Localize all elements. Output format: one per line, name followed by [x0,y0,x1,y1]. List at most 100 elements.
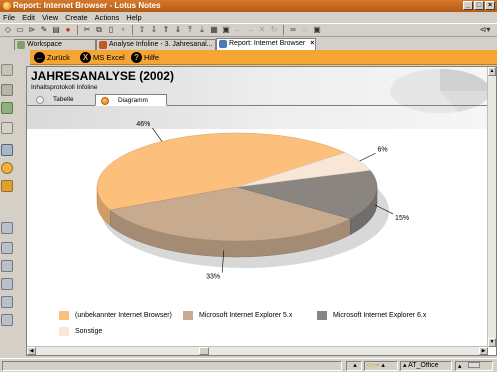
mail-icon: ▭⊸ [367,362,380,369]
tab-diagramm[interactable]: Diagramm [95,94,167,106]
bookmark-mail-icon[interactable] [1,84,13,96]
nav-prev-icon[interactable]: ⇑ [161,25,171,35]
color-icon[interactable]: ● [63,25,73,35]
bookmark-folder-3-icon[interactable] [1,260,13,272]
close-tab-icon[interactable]: × [310,40,314,47]
lotus-notes-icon [3,2,11,10]
bookmark-calendar-icon[interactable] [1,102,13,114]
view-icon[interactable]: ▦ [209,25,219,35]
edit-icon[interactable]: ✎ [39,25,49,35]
window-title-bar[interactable]: Report: Internet Browser - Lotus Notes _… [0,0,497,12]
bookmark-todo-icon[interactable] [1,144,13,156]
menu-view[interactable]: View [42,12,58,23]
data-label-leader [359,153,376,162]
nav-up-icon[interactable]: ⇧ [137,25,147,35]
data-label: 15% [395,215,409,222]
data-label: 33% [206,274,220,281]
replication-indicator[interactable]: ▴ [455,361,493,371]
tab-label: Tabelle [53,96,74,103]
bookmark-folder-1-icon[interactable] [1,222,13,234]
nav-down-icon[interactable]: ⇩ [149,25,159,35]
nav-first-icon[interactable]: ⤒ [185,25,195,35]
back-action-button[interactable]: ← Zurück [34,52,70,63]
legend-label: (unbekannter Internet Browser) [75,312,172,319]
bookmark-web-icon[interactable] [1,180,13,192]
action-bar: ← Zurück X MS Excel ? Hilfe [30,50,497,65]
minimize-button[interactable]: _ [463,1,473,10]
refresh-icon[interactable]: ▣ [221,25,231,35]
attach-icon[interactable]: ▫ [118,25,128,35]
paste-icon[interactable]: ▯ [106,25,116,35]
binoculars-icon[interactable]: ∞ [288,25,298,35]
legend-label: Microsoft Internet Explorer 6.x [333,312,427,319]
menu-help[interactable]: Help [126,12,141,23]
legend-item: Microsoft Internet Explorer 6.x [317,311,426,320]
window-controls: _ □ × [463,1,495,10]
help-action-button[interactable]: ? Hilfe [131,52,159,63]
legend-swatch [183,311,193,320]
stop-icon[interactable]: ✕ [257,25,267,35]
nav-last-icon[interactable]: ⤓ [197,25,207,35]
action-label: MS Excel [93,53,125,62]
scroll-up-button[interactable]: ▲ [488,67,496,76]
tab-workspace[interactable]: Workspace [14,39,96,50]
menu-create[interactable]: Create [65,12,88,23]
workspace-icon [17,41,25,49]
menu-file[interactable]: File [3,12,15,23]
chart-legend: (unbekannter Internet Browser) Microsoft… [59,307,479,347]
tab-report-internet-browser[interactable]: Report: Internet Browser × [216,38,316,50]
reload-icon[interactable]: ↻ [269,25,279,35]
tab-analyse-infoline[interactable]: Analyse Infoline - 3. Jahresanal... × [96,39,216,50]
copy-icon[interactable]: ⧉ [94,25,104,35]
excel-icon: X [80,52,91,63]
bookmark-bar [0,50,14,358]
page-subtitle: Inhaltsprotokoll Infoline [31,84,98,91]
scroll-right-button[interactable]: ▶ [479,347,488,355]
status-signal-indicator[interactable]: ▴ [346,361,362,371]
back-icon[interactable]: ← [233,25,243,35]
new-doc-icon[interactable]: ▭ [15,25,25,35]
legend-swatch [317,311,327,320]
bookmark-folder-5-icon[interactable] [1,296,13,308]
horizontal-scrollbar[interactable]: ◀ ▶ [27,346,488,355]
bookmark-favorites-icon[interactable] [1,64,13,76]
mail-indicator[interactable]: ▭⊸ ▴ [364,361,398,371]
legend-item: Sonstige [59,327,102,336]
menu-edit[interactable]: Edit [22,12,35,23]
bookmark-folder-2-icon[interactable] [1,242,13,254]
data-label: 46% [136,121,150,128]
nav-arrows-icon[interactable]: ⊲▾ [477,25,493,35]
report-icon [219,40,227,48]
toolbar-separator [283,25,284,35]
scroll-down-button[interactable]: ▼ [488,338,496,347]
scroll-thumb[interactable] [199,347,209,355]
print-icon[interactable]: ▤ [51,25,61,35]
open-icon[interactable]: ⊳ [27,25,37,35]
vertical-scrollbar[interactable]: ▲ ▼ [487,67,496,347]
close-button[interactable]: × [485,1,495,10]
bookmark-address-icon[interactable] [1,122,13,134]
search-doc-icon[interactable]: ◇ [3,25,13,35]
legend-item: Microsoft Internet Explorer 5.x [183,311,292,320]
toolbar-separator [77,25,78,35]
search-icon[interactable]: ○ [300,25,310,35]
location-selector[interactable]: ▴ AT_Office [400,361,452,371]
menu-bar: File Edit View Create Actions Help [0,12,497,23]
scroll-left-button[interactable]: ◀ [27,347,36,355]
maximize-button[interactable]: □ [474,1,484,10]
nav-next-icon[interactable]: ⇓ [173,25,183,35]
cut-icon[interactable]: ✂ [82,25,92,35]
floppy-icon[interactable]: ▣ [312,25,322,35]
toolbar-icons: ◇ ▭ ⊳ ✎ ▤ ● ✂ ⧉ ▯ ▫ ⇧ ⇩ ⇑ ⇓ ⤒ ⤓ ▦ ▣ ← → … [3,25,322,35]
tab-label: Analyse Infoline - 3. Jahresanal... [109,41,213,48]
status-bar: ▴ ▭⊸ ▴ ▴ AT_Office ▴ [0,358,497,372]
menu-actions[interactable]: Actions [95,12,120,23]
bookmark-folder-4-icon[interactable] [1,278,13,290]
radio-icon [101,97,109,105]
bookmark-replicator-icon[interactable] [1,162,13,174]
tab-tabelle[interactable]: Tabelle [31,94,93,106]
ms-excel-action-button[interactable]: X MS Excel [80,52,125,63]
data-label: 6% [377,146,387,153]
forward-icon[interactable]: → [245,25,255,35]
bookmark-folder-6-icon[interactable] [1,314,13,326]
